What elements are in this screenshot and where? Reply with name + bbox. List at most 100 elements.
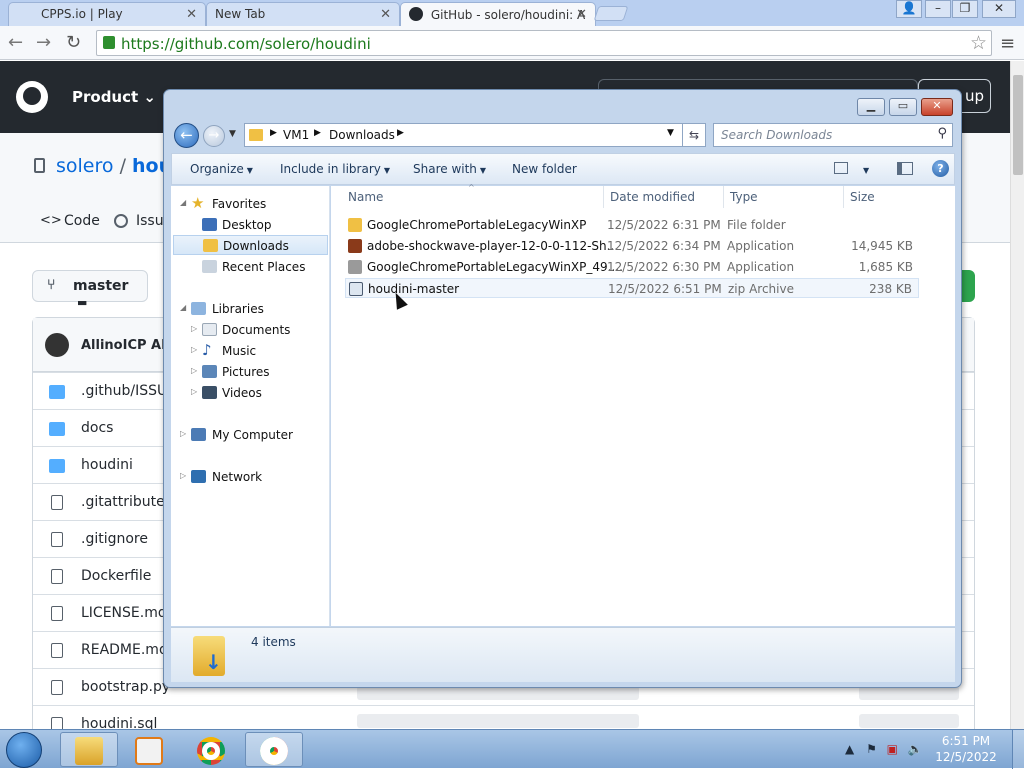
reload-icon[interactable]: ↻ — [66, 32, 81, 53]
close-button[interactable]: ✕ — [921, 98, 953, 116]
file-name-link[interactable]: .gitignore — [81, 531, 148, 547]
forward-button[interactable]: → — [203, 125, 225, 147]
tab-issues[interactable]: Issu — [136, 213, 164, 229]
close-icon[interactable]: ✕ — [576, 7, 587, 22]
back-arrow-icon[interactable]: ← — [8, 32, 23, 53]
column-divider[interactable] — [843, 186, 844, 208]
nav-my-computer[interactable]: ▷ My Computer — [171, 425, 329, 445]
show-desktop-button[interactable] — [1012, 730, 1024, 769]
minimize-button[interactable]: ▁ — [857, 98, 885, 116]
breadcrumb-vm1[interactable]: VM1 — [283, 128, 309, 142]
recent-pages-dropdown[interactable]: ▼ — [229, 129, 236, 139]
help-icon[interactable]: ? — [932, 160, 949, 177]
clock[interactable]: 6:51 PM 12/5/2022 — [930, 733, 1002, 765]
network-status-icon[interactable]: ▣ — [887, 742, 898, 756]
nav-downloads[interactable]: Downloads — [173, 235, 328, 255]
collapsed-arrow-icon[interactable]: ▷ — [180, 471, 186, 480]
column-divider[interactable] — [723, 186, 724, 208]
expand-arrow-icon[interactable]: ◢ — [180, 198, 186, 207]
tab-new-tab[interactable]: New Tab ✕ — [206, 2, 400, 26]
branch-selector[interactable]: ⑂ master ▬ — [32, 270, 148, 309]
chevron-right-icon[interactable]: ▶ — [397, 128, 404, 138]
close-icon[interactable]: ✕ — [186, 7, 197, 22]
file-row[interactable]: GoogleChromePortableLegacyWinXP_49.... 12… — [345, 257, 919, 277]
restore-button[interactable]: ❐ — [952, 0, 978, 18]
bookmark-star-icon[interactable]: ☆ — [970, 32, 987, 54]
file-row[interactable]: houdini-master 12/5/2022 6:51 PM zip Archi… — [345, 278, 919, 298]
column-type[interactable]: Type — [730, 190, 758, 204]
close-icon[interactable]: ✕ — [380, 7, 391, 22]
file-name-link[interactable]: .gitattributes — [81, 494, 172, 510]
file-name-link[interactable]: docs — [81, 420, 113, 436]
nav-recent-places[interactable]: Recent Places — [171, 257, 329, 277]
tab-github[interactable]: GitHub - solero/houdini: A ✕ — [400, 2, 596, 26]
close-window-button[interactable]: ✕ — [982, 0, 1016, 18]
collapsed-arrow-icon[interactable]: ▷ — [191, 387, 197, 396]
share-with-button[interactable]: Share with ▼ — [413, 162, 486, 176]
column-date-modified[interactable]: Date modified — [610, 190, 695, 204]
repo-owner-link[interactable]: solero — [56, 155, 114, 177]
show-hidden-icons-icon[interactable]: ▲ — [845, 742, 854, 756]
taskbar-chrome-2[interactable] — [245, 732, 303, 767]
menu-icon[interactable]: ≡ — [1000, 33, 1015, 54]
nav-videos[interactable]: ▷ Videos — [171, 383, 329, 403]
commit-author[interactable]: AllinoICP AIC — [81, 338, 176, 353]
refresh-icon[interactable]: ⇆ — [682, 123, 706, 147]
taskbar-explorer[interactable] — [60, 732, 118, 767]
file-row[interactable]: GoogleChromePortableLegacyWinXP 12/5/2022… — [345, 215, 919, 235]
file-name-link[interactable]: Dockerfile — [81, 568, 151, 584]
view-dropdown-icon[interactable]: ▼ — [860, 162, 869, 176]
start-button[interactable] — [6, 732, 42, 768]
collapsed-arrow-icon[interactable]: ▷ — [191, 345, 197, 354]
taskbar-media-player[interactable] — [120, 732, 178, 767]
tab-cpps[interactable]: CPPS.io | Play ✕ — [8, 2, 206, 26]
file-name-link[interactable]: README.md — [81, 642, 168, 658]
new-tab-button[interactable] — [593, 6, 629, 21]
collapsed-arrow-icon[interactable]: ▷ — [180, 429, 186, 438]
chevron-right-icon[interactable]: ▶ — [270, 128, 277, 138]
avatar[interactable] — [45, 333, 69, 357]
taskbar-chrome-1[interactable] — [182, 732, 240, 767]
nav-libraries[interactable]: ◢ Libraries — [171, 299, 329, 319]
file-name-link[interactable]: bootstrap.py — [81, 679, 170, 695]
search-icon[interactable]: ⚲ — [937, 126, 947, 141]
column-divider[interactable] — [603, 186, 604, 208]
search-downloads-input[interactable]: Search Downloads ⚲ — [713, 123, 953, 147]
nav-pictures[interactable]: ▷ Pictures — [171, 362, 329, 382]
organize-button[interactable]: Organize ▼ — [190, 162, 253, 176]
file-name-link[interactable]: .github/ISSUE — [81, 383, 176, 399]
column-name[interactable]: Name — [348, 190, 383, 204]
back-button[interactable]: ← — [174, 123, 199, 148]
user-icon[interactable]: 👤 — [896, 0, 922, 18]
include-in-library-button[interactable]: Include in library ▼ — [280, 162, 390, 176]
nav-music[interactable]: ▷ ♪ Music — [171, 341, 329, 361]
collapsed-arrow-icon[interactable]: ▷ — [191, 366, 197, 375]
new-folder-button[interactable]: New folder — [512, 162, 577, 176]
breadcrumb-downloads[interactable]: Downloads — [329, 128, 395, 142]
maximize-button[interactable]: ▭ — [889, 98, 917, 116]
expand-arrow-icon[interactable]: ◢ — [180, 303, 186, 312]
tab-code[interactable]: Code — [64, 213, 100, 229]
preview-pane-icon[interactable] — [897, 162, 913, 175]
nav-favorites[interactable]: ◢ ★ Favorites — [171, 194, 329, 214]
breadcrumb[interactable]: ▶ VM1 ▶ Downloads ▶ ▼ — [244, 123, 706, 147]
nav-desktop[interactable]: Desktop — [171, 215, 329, 235]
url-bar[interactable]: https://github.com/solero/houdini ☆ — [96, 30, 992, 56]
nav-network[interactable]: ▷ Network — [171, 467, 329, 487]
address-dropdown-icon[interactable]: ▼ — [667, 128, 674, 138]
product-menu[interactable]: Product ⌄ — [72, 88, 156, 106]
action-center-icon[interactable]: ⚑ — [866, 742, 877, 756]
page-scrollbar[interactable] — [1010, 61, 1024, 729]
file-name-link[interactable]: LICENSE.md — [81, 605, 167, 621]
collapsed-arrow-icon[interactable]: ▷ — [191, 324, 197, 333]
chevron-right-icon[interactable]: ▶ — [314, 128, 321, 138]
forward-arrow-icon[interactable]: → — [36, 32, 51, 53]
nav-documents[interactable]: ▷ Documents — [171, 320, 329, 340]
file-row[interactable]: adobe-shockwave-player-12-0-0-112-Sh... 1… — [345, 236, 919, 256]
scrollbar-thumb[interactable] — [1013, 75, 1023, 175]
change-view-icon[interactable] — [834, 162, 848, 174]
code-button[interactable] — [960, 270, 975, 302]
github-logo-icon[interactable] — [16, 81, 48, 113]
volume-icon[interactable]: 🔈 — [908, 742, 923, 756]
minimize-button[interactable]: – — [925, 0, 951, 18]
